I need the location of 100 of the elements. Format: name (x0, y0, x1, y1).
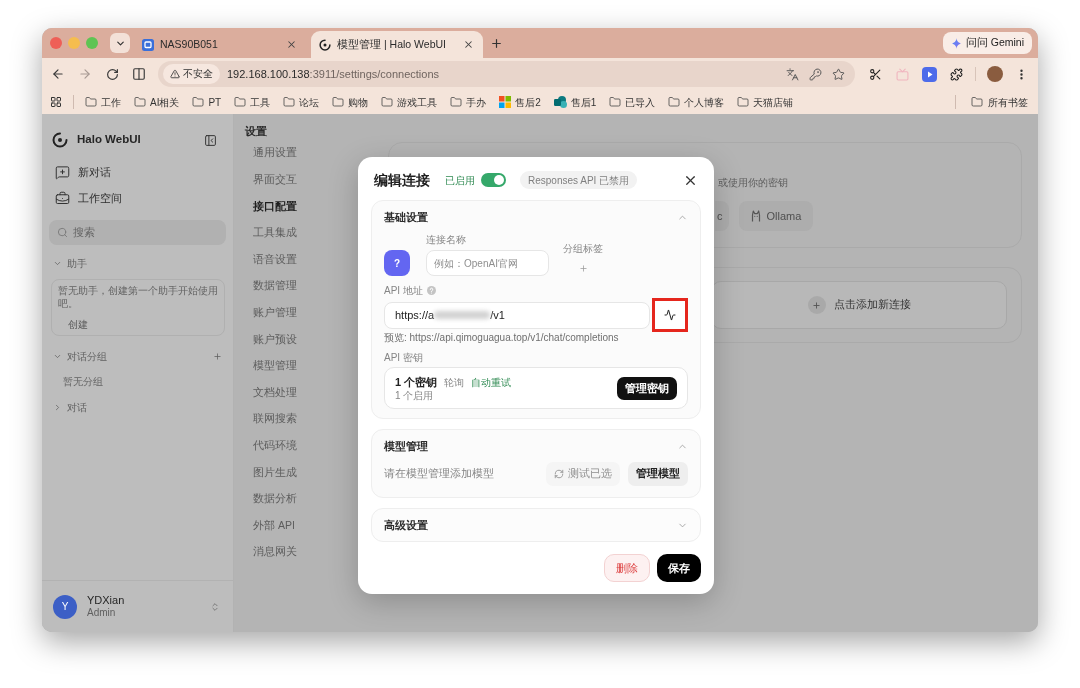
collapse-sidebar-icon[interactable] (204, 133, 217, 147)
browser-tab[interactable]: 模型管理 | Halo WebUI (311, 31, 483, 58)
folder-icon (332, 96, 345, 108)
api-url-field[interactable]: https://a /v1 (384, 301, 650, 329)
play-icon (921, 66, 937, 82)
bookmark-item[interactable]: 天猫店铺 (737, 94, 794, 110)
new-tab-icon[interactable] (490, 36, 503, 50)
bookmark-item[interactable]: 论坛 (283, 94, 320, 110)
settings-nav-item[interactable]: 接口配置 (245, 193, 301, 220)
connection-avatar[interactable]: ? (384, 250, 410, 276)
reload-icon (105, 67, 119, 81)
add-tag-icon[interactable] (578, 264, 588, 273)
circles-icon (553, 96, 567, 108)
all-bookmarks-item[interactable]: 所有书签 (971, 94, 1028, 110)
folder-icon (283, 96, 296, 108)
key-enabled-count: 1 个启用 (395, 390, 435, 403)
profile-avatar[interactable] (987, 66, 1003, 82)
sidebar-section-header[interactable]: 对话 (53, 399, 222, 415)
briefcase-icon (55, 190, 70, 206)
delete-button[interactable]: 删除 (604, 554, 650, 582)
user-name: YDXian (87, 594, 125, 607)
field-label: API 地址 (384, 284, 423, 297)
bookmark-item[interactable]: 工作 (85, 94, 121, 110)
folder-icon (85, 96, 97, 108)
forward-arrow-icon (78, 67, 92, 81)
close-tab-icon[interactable] (463, 39, 474, 50)
add-connection-button[interactable]: 点击添加新连接 (711, 281, 1007, 329)
key-retry: 自动重试 (471, 375, 512, 390)
manage-models-button[interactable]: 管理模型 (628, 462, 688, 486)
key-icon[interactable] (809, 67, 822, 81)
browser-tab[interactable]: NAS90B051 (134, 31, 306, 58)
key-mode: 轮询 (444, 375, 465, 390)
bookmark-item[interactable]: 售后1 (553, 94, 597, 110)
star-icon[interactable] (832, 67, 845, 81)
bookmark-item[interactable]: 游戏工具 (381, 94, 438, 110)
tv-icon (895, 67, 909, 81)
sidebar-nav-item[interactable]: 新对话 (48, 159, 227, 185)
section-header[interactable]: 模型管理 (372, 430, 700, 462)
close-tab-icon[interactable] (286, 39, 297, 50)
folder-icon (668, 96, 681, 108)
bookmark-item[interactable]: AI相关 (134, 94, 180, 110)
key-count: 1 个密钥 (395, 374, 438, 390)
user-role: Admin (87, 607, 117, 619)
bookmark-item[interactable]: 已导入 (609, 94, 656, 110)
tab-list-button[interactable] (110, 33, 130, 53)
field-label: 分组标签 (563, 242, 603, 255)
four-squares-icon (499, 96, 512, 108)
puzzle-icon (949, 67, 963, 81)
square-app-icon (142, 38, 154, 51)
logo-icon (52, 132, 68, 148)
bookmark-item[interactable]: 购物 (332, 94, 369, 110)
bookmark-item[interactable]: 售后2 (499, 94, 541, 110)
pulse-icon (663, 309, 676, 321)
provider-button[interactable]: c (715, 201, 729, 231)
field-label: 连接名称 (426, 233, 467, 246)
split-view-icon (132, 67, 146, 81)
status-chip: Responses API 已禁用 (520, 171, 638, 189)
provider-hint: 或使用你的密钥 (718, 176, 788, 189)
search-icon (57, 227, 68, 238)
user-avatar[interactable]: Y (53, 594, 77, 619)
sidebar-nav-item[interactable]: 工作空间 (48, 185, 227, 211)
ring-logo-icon (319, 38, 331, 51)
scissors-icon (868, 67, 882, 81)
address-bar[interactable]: 不安全 192.168.100.138:3911/settings/connections (158, 61, 855, 87)
translate-icon[interactable] (786, 67, 799, 81)
folder-icon (450, 96, 463, 108)
section-header[interactable]: 高级设置 (372, 509, 700, 541)
app-name: Halo WebUI (77, 132, 141, 148)
section-header[interactable]: 基础设置 (372, 201, 700, 233)
enabled-label: 已启用 (445, 173, 475, 188)
add-icon[interactable] (213, 351, 222, 361)
folder-icon (381, 96, 394, 108)
field-label: API 密钥 (384, 351, 424, 364)
gemini-button[interactable]: 问问 Gemini (942, 32, 1032, 54)
redacted-blur (434, 311, 491, 319)
warning-icon (170, 69, 180, 79)
folder-icon (737, 96, 750, 108)
folder-icon (192, 96, 205, 108)
sidebar-section-header[interactable]: 助手 (53, 255, 222, 271)
manage-keys-button[interactable]: 管理密钥 (617, 376, 677, 400)
sidebar-section-header[interactable]: 对话分组 (53, 348, 222, 364)
create-button[interactable]: 创建 (58, 314, 98, 334)
save-button[interactable]: 保存 (657, 554, 701, 582)
bookmark-item[interactable]: 个人博客 (668, 94, 725, 110)
animal-head-icon (750, 210, 761, 222)
security-chip[interactable]: 不安全 (163, 64, 220, 84)
sparkle-icon (950, 37, 962, 49)
apps-grid-icon[interactable] (50, 96, 62, 108)
models-empty-text: 请在模型管理添加模型 (384, 466, 494, 482)
bookmark-item[interactable]: 手办 (450, 94, 487, 110)
folder-icon (971, 96, 983, 108)
refresh-icon (554, 469, 564, 479)
provider-button[interactable]: Ollama (738, 201, 814, 231)
url-text: 192.168.100.138:3911/settings/connections (227, 66, 440, 82)
folder-icon (234, 96, 247, 108)
bookmark-item[interactable]: 工具 (234, 94, 271, 110)
test-connection-button[interactable] (651, 298, 688, 332)
bookmark-item[interactable]: PT (192, 94, 222, 110)
settings-title: 设置 (245, 124, 268, 138)
enabled-toggle[interactable] (481, 173, 506, 187)
